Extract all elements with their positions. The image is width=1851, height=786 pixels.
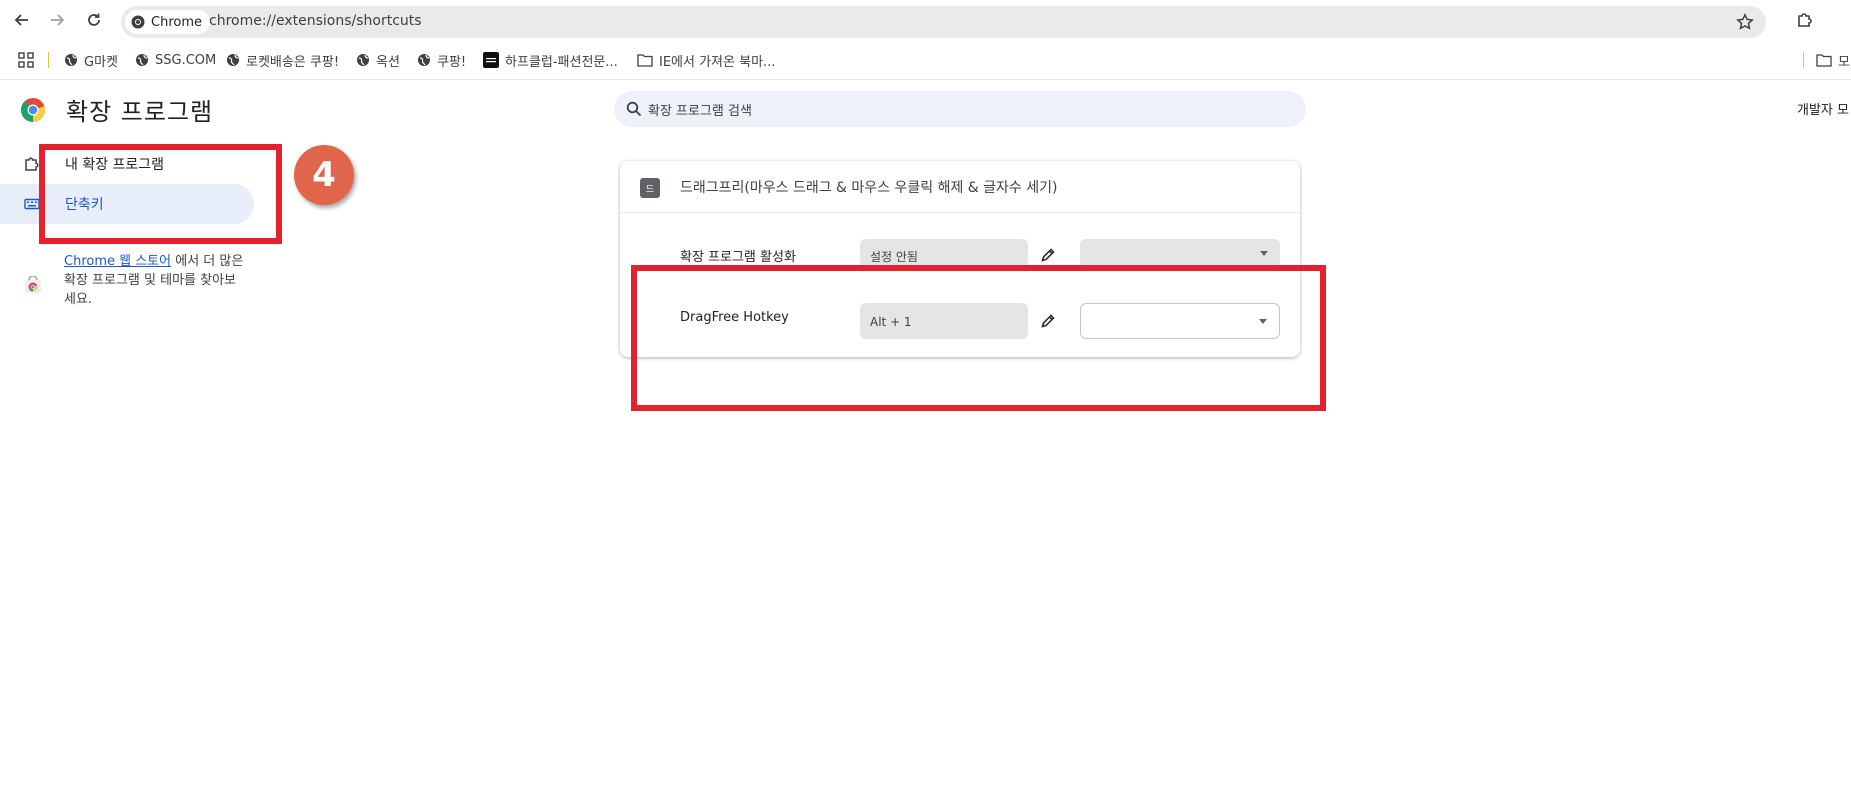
reload-button[interactable] [82, 8, 106, 32]
command-label: 확장 프로그램 활성화 [680, 250, 796, 265]
annotation-highlight-box [39, 144, 282, 244]
extension-name: 드래그프리(마우스 드래그 & 마우스 우클릭 해제 & 글자수 세기) [680, 180, 1058, 196]
bookmark-label: 옥션 [376, 54, 400, 70]
browser-toolbar: Chrome chrome://extensions/shortcuts [0, 0, 1851, 40]
pencil-icon [1041, 248, 1055, 262]
developer-mode-label[interactable]: 개발자 모 [1797, 99, 1849, 118]
chrome-icon [131, 15, 145, 29]
reload-icon [88, 13, 100, 26]
chip-label: Chrome [151, 14, 202, 30]
chrome-web-store-icon [25, 276, 41, 293]
globe-icon [136, 54, 148, 66]
bookmark-item[interactable]: G마켓 [64, 49, 118, 71]
bookmark-item[interactable]: 로켓배송은 쿠팡! [226, 49, 339, 71]
bookmark-item[interactable]: SSG.COM [135, 49, 216, 71]
globe-icon [65, 54, 77, 66]
bookmark-label: 로켓배송은 쿠팡! [246, 54, 340, 70]
edit-shortcut-button[interactable] [1036, 243, 1060, 267]
web-store-promo: Chrome 웹 스토어 에서 더 많은 확장 프로그램 및 테마를 찾아보세요… [64, 252, 244, 309]
forward-button[interactable] [45, 8, 69, 32]
search-icon [626, 101, 642, 117]
apps-grid-icon[interactable] [18, 52, 34, 68]
halfclub-logo [483, 52, 499, 68]
page-title: 확장 프로그램 [66, 98, 214, 126]
bookmark-label: G마켓 [84, 54, 118, 70]
bookmark-label: SSG.COM [155, 52, 217, 68]
arrow-left-icon [14, 14, 28, 26]
bookmark-label: 쿠팡! [437, 54, 467, 70]
arrow-right-icon [51, 14, 65, 26]
shortcut-input[interactable]: 설정 안됨 [860, 239, 1028, 267]
globe-icon [418, 54, 430, 66]
extensions-puzzle-icon[interactable] [1795, 10, 1815, 30]
bookmark-separator [48, 52, 49, 68]
address-bar[interactable]: Chrome chrome://extensions/shortcuts [121, 6, 1766, 38]
annotation-highlight-box [631, 265, 1326, 411]
bookmarks-bar: G마켓 SSG.COM 로켓배송은 쿠팡! 옥션 쿠팡! 하프클럽-패션전문..… [0, 40, 1851, 80]
keyboard-icon [24, 198, 40, 210]
url-text[interactable]: chrome://extensions/shortcuts [209, 13, 422, 29]
extension-card-header: 드 드래그프리(마우스 드래그 & 마우스 우클릭 해제 & 글자수 세기) [620, 161, 1300, 213]
bookmark-label: 모 [1838, 54, 1850, 70]
globe-icon [357, 54, 369, 66]
bookmark-item[interactable]: 옥션 [356, 49, 400, 71]
site-info-chip[interactable]: Chrome [125, 10, 210, 34]
bookmark-item[interactable]: 하프클럽-패션전문... [483, 49, 618, 71]
folder-icon [1816, 54, 1832, 67]
extension-search-input[interactable]: 확장 프로그램 검색 [614, 91, 1306, 127]
bookmark-item[interactable]: 쿠팡! [417, 49, 466, 71]
bookmark-folder[interactable]: 모 [1816, 49, 1850, 71]
shortcut-scope-select[interactable] [1080, 239, 1280, 267]
puzzle-icon [25, 157, 39, 171]
search-placeholder: 확장 프로그램 검색 [648, 104, 752, 119]
bookmark-label: 하프클럽-패션전문... [505, 54, 618, 70]
step-number-badge: 4 [294, 145, 354, 205]
folder-icon [637, 54, 653, 67]
back-button[interactable] [10, 8, 34, 32]
star-icon[interactable] [1736, 13, 1754, 31]
bookmark-separator [1803, 52, 1804, 68]
globe-icon [227, 54, 239, 66]
chrome-logo-icon [20, 98, 45, 122]
dropdown-arrow-icon [1260, 251, 1268, 256]
extension-icon: 드 [640, 178, 660, 198]
web-store-link[interactable]: Chrome 웹 스토어 [64, 254, 171, 269]
bookmark-label: IE에서 가져온 북마... [659, 54, 776, 70]
bookmark-folder[interactable]: IE에서 가져온 북마... [637, 49, 775, 71]
